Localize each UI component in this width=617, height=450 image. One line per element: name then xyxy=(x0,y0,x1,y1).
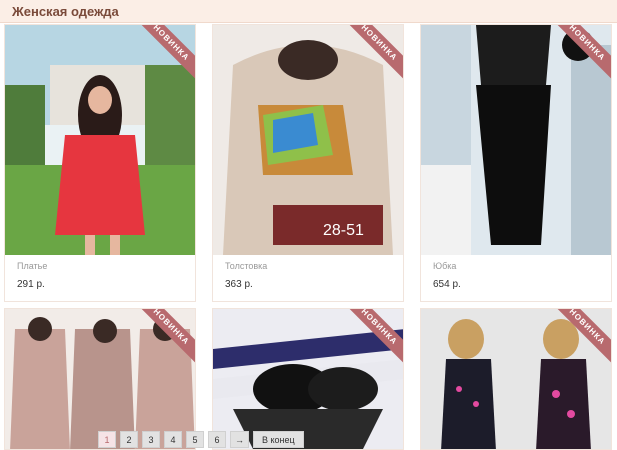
section-header: Женская одежда xyxy=(0,0,617,23)
image-text: 28-51 xyxy=(323,222,364,239)
product-card[interactable]: 28-51 НОВИНКА Толстовка 363 р. xyxy=(212,24,404,302)
product-name[interactable]: Толстовка xyxy=(225,261,267,271)
product-image[interactable]: НОВИНКА xyxy=(213,309,403,449)
page-link[interactable]: 1 xyxy=(98,431,116,448)
product-card[interactable]: НОВИНКА xyxy=(4,308,196,450)
product-image[interactable]: НОВИНКА xyxy=(421,309,611,449)
product-price: 654 р. xyxy=(433,279,461,290)
product-name[interactable]: Юбка xyxy=(433,261,456,271)
next-page-button[interactable]: → xyxy=(230,431,249,448)
product-price: 363 р. xyxy=(225,279,253,290)
page-link[interactable]: 5 xyxy=(186,431,204,448)
product-name[interactable]: Платье xyxy=(17,261,47,271)
product-price: 291 р. xyxy=(17,279,45,290)
product-card[interactable]: НОВИНКА xyxy=(420,308,612,450)
page-link[interactable]: 3 xyxy=(142,431,160,448)
section-title: Женская одежда xyxy=(12,4,119,19)
product-image[interactable]: НОВИНКА xyxy=(5,309,195,449)
product-card[interactable]: НОВИНКА Платье 291 р. xyxy=(4,24,196,302)
page-link[interactable]: 4 xyxy=(164,431,182,448)
last-page-button[interactable]: В конец xyxy=(253,431,304,448)
product-image[interactable]: НОВИНКА xyxy=(421,25,611,255)
product-image[interactable]: НОВИНКА xyxy=(5,25,195,255)
product-image[interactable]: 28-51 НОВИНКА xyxy=(213,25,403,255)
pagination: 1 2 3 4 5 6 → В конец xyxy=(98,431,304,449)
product-card[interactable]: НОВИНКА xyxy=(212,308,404,450)
page-link[interactable]: 2 xyxy=(120,431,138,448)
product-card[interactable]: НОВИНКА Юбка 654 р. xyxy=(420,24,612,302)
page-link[interactable]: 6 xyxy=(208,431,226,448)
